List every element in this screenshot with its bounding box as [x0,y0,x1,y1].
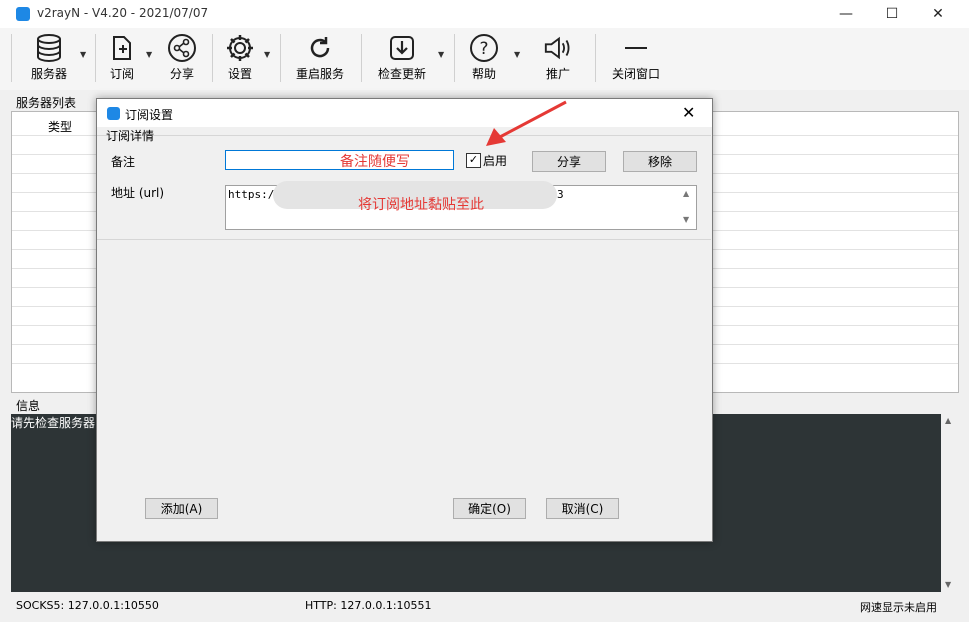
subscribe-icon [107,33,137,63]
scroll-down-arrow[interactable]: ▼ [683,215,689,224]
url-text-end: 3 [557,188,564,201]
speaker-icon [543,33,573,63]
v2rayn-logo-icon [107,107,120,120]
scroll-up-arrow[interactable]: ▲ [683,189,689,198]
enable-checkbox[interactable]: ✓ [466,153,481,168]
add-button[interactable]: 添加(A) [145,498,218,519]
svg-text:?: ? [479,39,488,59]
enable-label: 启用 [483,154,508,168]
scroll-up-arrow[interactable]: ▲ [945,416,951,425]
cancel-button[interactable]: 取消(C) [546,498,619,519]
maximize-button[interactable]: ☐ [869,0,915,28]
dialog-title: 订阅设置 [125,108,174,122]
speed-status: 网速显示未启用 [860,601,937,614]
settings-dropdown-arrow[interactable]: ▼ [264,50,270,59]
dialog-title-bar [97,99,712,127]
url-label: 地址 (url) [111,186,165,200]
toolbar-separator [280,34,281,82]
window-title: v2rayN - V4.20 - 2021/07/07 [37,6,209,20]
subscription-dialog: 订阅设置 ✕ 订阅详情 备注 备注随便写 ✓ 启用 分享 移除 地址 (url)… [96,98,713,542]
info-label: 信息 [16,399,41,413]
check-update-label: 检查更新 [377,67,426,81]
remove-button[interactable]: 移除 [623,151,697,172]
share-label: 分享 [169,67,194,81]
dialog-close-button[interactable]: ✕ [682,103,695,122]
servers-dropdown-arrow[interactable]: ▼ [80,50,86,59]
share-icon [167,33,197,63]
settings-label: 设置 [227,67,252,81]
restart-service-button[interactable]: 重启服务 [292,28,348,88]
subscribe-label: 订阅 [109,67,134,81]
close-window-label: 关闭窗口 [611,67,660,81]
group-label: 订阅详情 [106,129,155,143]
column-header-type[interactable]: 类型 [48,118,72,135]
toolbar-separator [595,34,596,82]
toolbar-separator [454,34,455,82]
refresh-icon [305,33,335,63]
toolbar: 服务器 ▼ 订阅 ▼ 分享 设置 ▼ 重启服务 检查更新 ▼ ? 帮助 ▼ 推广… [0,28,969,90]
promote-button[interactable]: 推广 [540,28,576,88]
minimize-line-icon [621,33,651,63]
http-status: HTTP: 127.0.0.1:10551 [305,599,432,612]
servers-label: 服务器 [30,67,67,81]
gear-icon [225,33,255,63]
settings-button[interactable]: 设置 [222,28,258,88]
close-window-button[interactable]: 关闭窗口 [608,28,664,88]
remark-label: 备注 [111,155,136,169]
info-message: 请先检查服务器 [11,416,96,430]
subscribe-button[interactable]: 订阅 [104,28,140,88]
url-annotation: 将订阅地址黏贴至此 [358,197,484,213]
minimize-button[interactable]: — [823,0,869,28]
v2rayn-logo-icon [16,7,30,21]
check-update-dropdown-arrow[interactable]: ▼ [438,50,444,59]
check-update-button[interactable]: 检查更新 [374,28,430,88]
server-list-label: 服务器列表 [16,96,77,110]
subscribe-dropdown-arrow[interactable]: ▼ [146,50,152,59]
socks-status: SOCKS5: 127.0.0.1:10550 [16,599,159,612]
promote-label: 推广 [545,67,570,81]
database-icon [34,33,64,63]
restart-service-label: 重启服务 [295,67,344,81]
help-label: 帮助 [471,67,496,81]
toolbar-separator [11,34,12,82]
download-icon [387,33,417,63]
info-scrollbar[interactable]: ▲ ▼ [941,414,958,592]
servers-button[interactable]: 服务器 [24,28,74,88]
close-button[interactable]: ✕ [915,0,961,28]
share-button[interactable]: 分享 [164,28,200,88]
share-button[interactable]: 分享 [532,151,606,172]
toolbar-separator [212,34,213,82]
toolbar-separator [95,34,96,82]
url-text-start: https:/ [228,188,275,201]
ok-button[interactable]: 确定(O) [453,498,526,519]
help-button[interactable]: ? 帮助 [466,28,502,88]
help-icon: ? [469,33,499,63]
help-dropdown-arrow[interactable]: ▼ [514,50,520,59]
scroll-down-arrow[interactable]: ▼ [945,580,951,589]
toolbar-separator [361,34,362,82]
remark-annotation: 备注随便写 [340,154,410,170]
annotation-arrow-icon [486,100,567,146]
